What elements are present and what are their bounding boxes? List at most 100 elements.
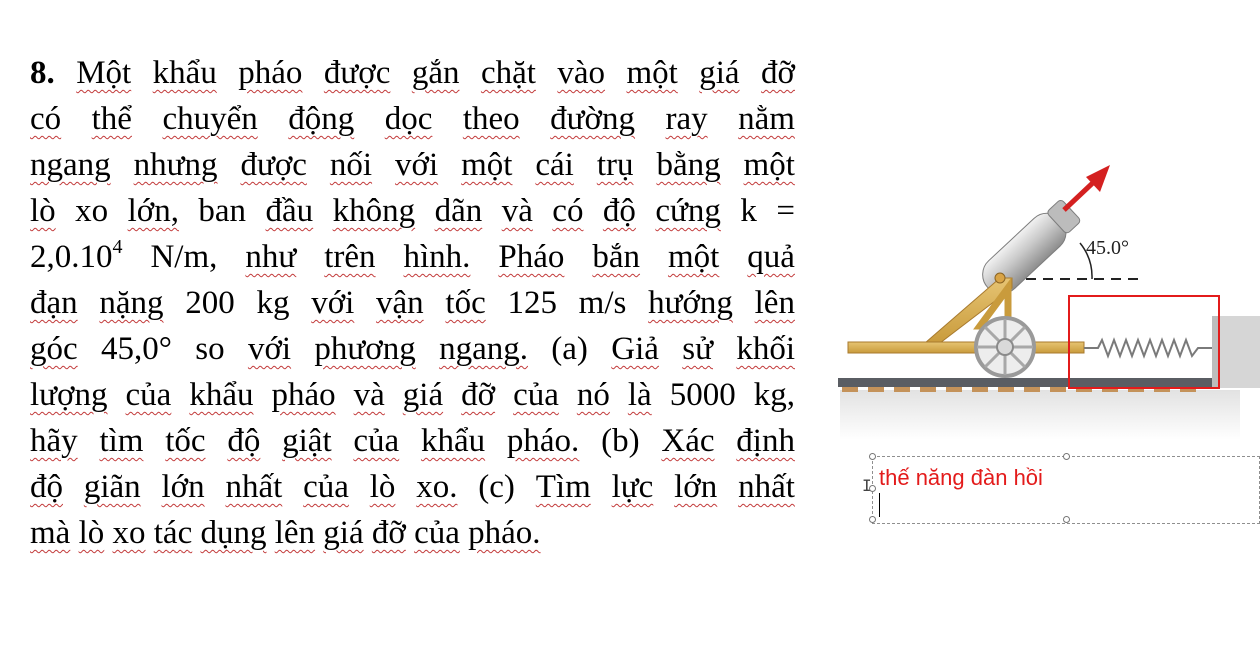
word: theo (462, 101, 520, 137)
word: chặt (480, 55, 536, 91)
word: (b) (601, 423, 640, 459)
stiffness-exponent: 4 (112, 236, 123, 258)
word: tốc (165, 423, 206, 459)
problem-line-6: đạn nặng 200 kg với vận tốc 125 m/s hướng lên (30, 280, 795, 326)
word: của (513, 377, 559, 413)
word: xo (112, 515, 146, 551)
word: với (311, 285, 355, 321)
word: 200 (185, 285, 235, 321)
word: hình. (403, 239, 471, 275)
word: bắn (592, 239, 641, 275)
word: đỡ (461, 377, 496, 413)
word: cái (535, 147, 574, 183)
word: khẩu (189, 377, 254, 413)
word: (c) (478, 469, 515, 505)
word: hướng (648, 285, 733, 321)
word: Giả (611, 331, 659, 367)
spring (1084, 337, 1212, 359)
problem-text: 8. Một khẩu pháo được gắn chặt vào một giá đỡ có th… (30, 50, 795, 556)
word: với (247, 331, 292, 367)
word: bằng (656, 147, 721, 183)
word: đỡ (371, 515, 406, 551)
word: = (776, 193, 795, 229)
word: N/m, (150, 239, 218, 275)
word: của (303, 469, 349, 505)
word: tác (153, 515, 193, 551)
word: (a) (551, 331, 588, 367)
word: Một (76, 55, 132, 91)
word: cứng (655, 193, 721, 229)
problem-line-2: có thể chuyển động dọc theo đường ray nằm (30, 96, 795, 142)
problem-line-5: 2,0.104 N/m, như trên hình. Pháo bắn một quả (30, 234, 795, 280)
resize-handle-bottom-left[interactable] (869, 516, 876, 523)
word: ban (198, 193, 247, 229)
word: khẩu (420, 423, 486, 459)
word: nhất (738, 469, 795, 505)
word: và (353, 377, 385, 413)
word: ngang (30, 147, 111, 183)
word: mà (30, 515, 71, 551)
resize-handle-top-left[interactable] (869, 453, 876, 460)
resize-handle-top[interactable] (1063, 453, 1070, 460)
problem-line-3: ngang nhưng được nối với một cái trụ bằng một (30, 142, 795, 188)
word: giật (282, 423, 332, 459)
word: 5000 (669, 377, 736, 413)
word: lớn (161, 469, 205, 505)
word: Xác (661, 423, 715, 459)
cannon-diagram: 45.0° (838, 165, 1260, 440)
word: nhất (225, 469, 283, 505)
word: m/s (578, 285, 627, 321)
angle-label: 45.0° (1086, 237, 1129, 259)
problem-line-1: 8. Một khẩu pháo được gắn chặt vào một giá đỡ (30, 50, 795, 96)
word: 2,0.104 (30, 234, 123, 280)
word: pháo. (506, 423, 580, 459)
word: giá (699, 55, 740, 91)
resize-handle-left[interactable] (869, 485, 876, 492)
word: chuyển (162, 101, 258, 137)
word: kg (256, 285, 290, 321)
word: không (332, 193, 416, 229)
word: khẩu (152, 55, 217, 91)
word: góc (30, 331, 78, 367)
word: có (552, 193, 584, 229)
word: là (627, 377, 652, 413)
word: kg, (753, 377, 795, 413)
word: của (414, 515, 460, 551)
word: nối (329, 147, 373, 183)
problem-line-9: hãy tìm tốc độ giật của khẩu pháo. (b) Xác định (30, 418, 795, 464)
word: hãy (30, 423, 78, 459)
word: so (195, 331, 225, 367)
word: động (288, 101, 355, 137)
problem-line-4: lò xo lớn, ban đầu không dãn và có độ cứng k = (30, 188, 795, 234)
word: của (125, 377, 172, 413)
word: giá (402, 377, 444, 413)
word: lớn, (127, 193, 179, 229)
stiffness-mantissa: 2,0.10 (30, 239, 113, 275)
word: ngang. (439, 331, 528, 367)
word: vận (376, 285, 424, 321)
word: một (667, 239, 720, 275)
word: được (323, 55, 391, 91)
word: được (240, 147, 307, 183)
word: lò (30, 193, 56, 229)
word: xo. (416, 469, 458, 505)
resize-handle-bottom[interactable] (1063, 516, 1070, 523)
floor (840, 390, 1240, 440)
word: pháo (271, 377, 336, 413)
word: lực (611, 469, 654, 505)
word: xo (75, 193, 109, 229)
pivot-bolt (994, 272, 1006, 284)
word: một (461, 147, 513, 183)
word: pháo (238, 55, 303, 91)
word: giá (323, 515, 364, 551)
word: Tìm (535, 469, 591, 505)
word: pháo. (468, 515, 541, 551)
text-box-content[interactable]: thế năng đàn hồi (879, 465, 1043, 491)
word: dãn (434, 193, 483, 229)
word: đầu (265, 193, 314, 229)
word: trụ (596, 147, 634, 183)
word: độ (602, 193, 636, 229)
word: k (740, 193, 757, 229)
text-box[interactable]: thế năng đàn hồi (869, 453, 1260, 524)
word: Pháo (498, 239, 565, 275)
